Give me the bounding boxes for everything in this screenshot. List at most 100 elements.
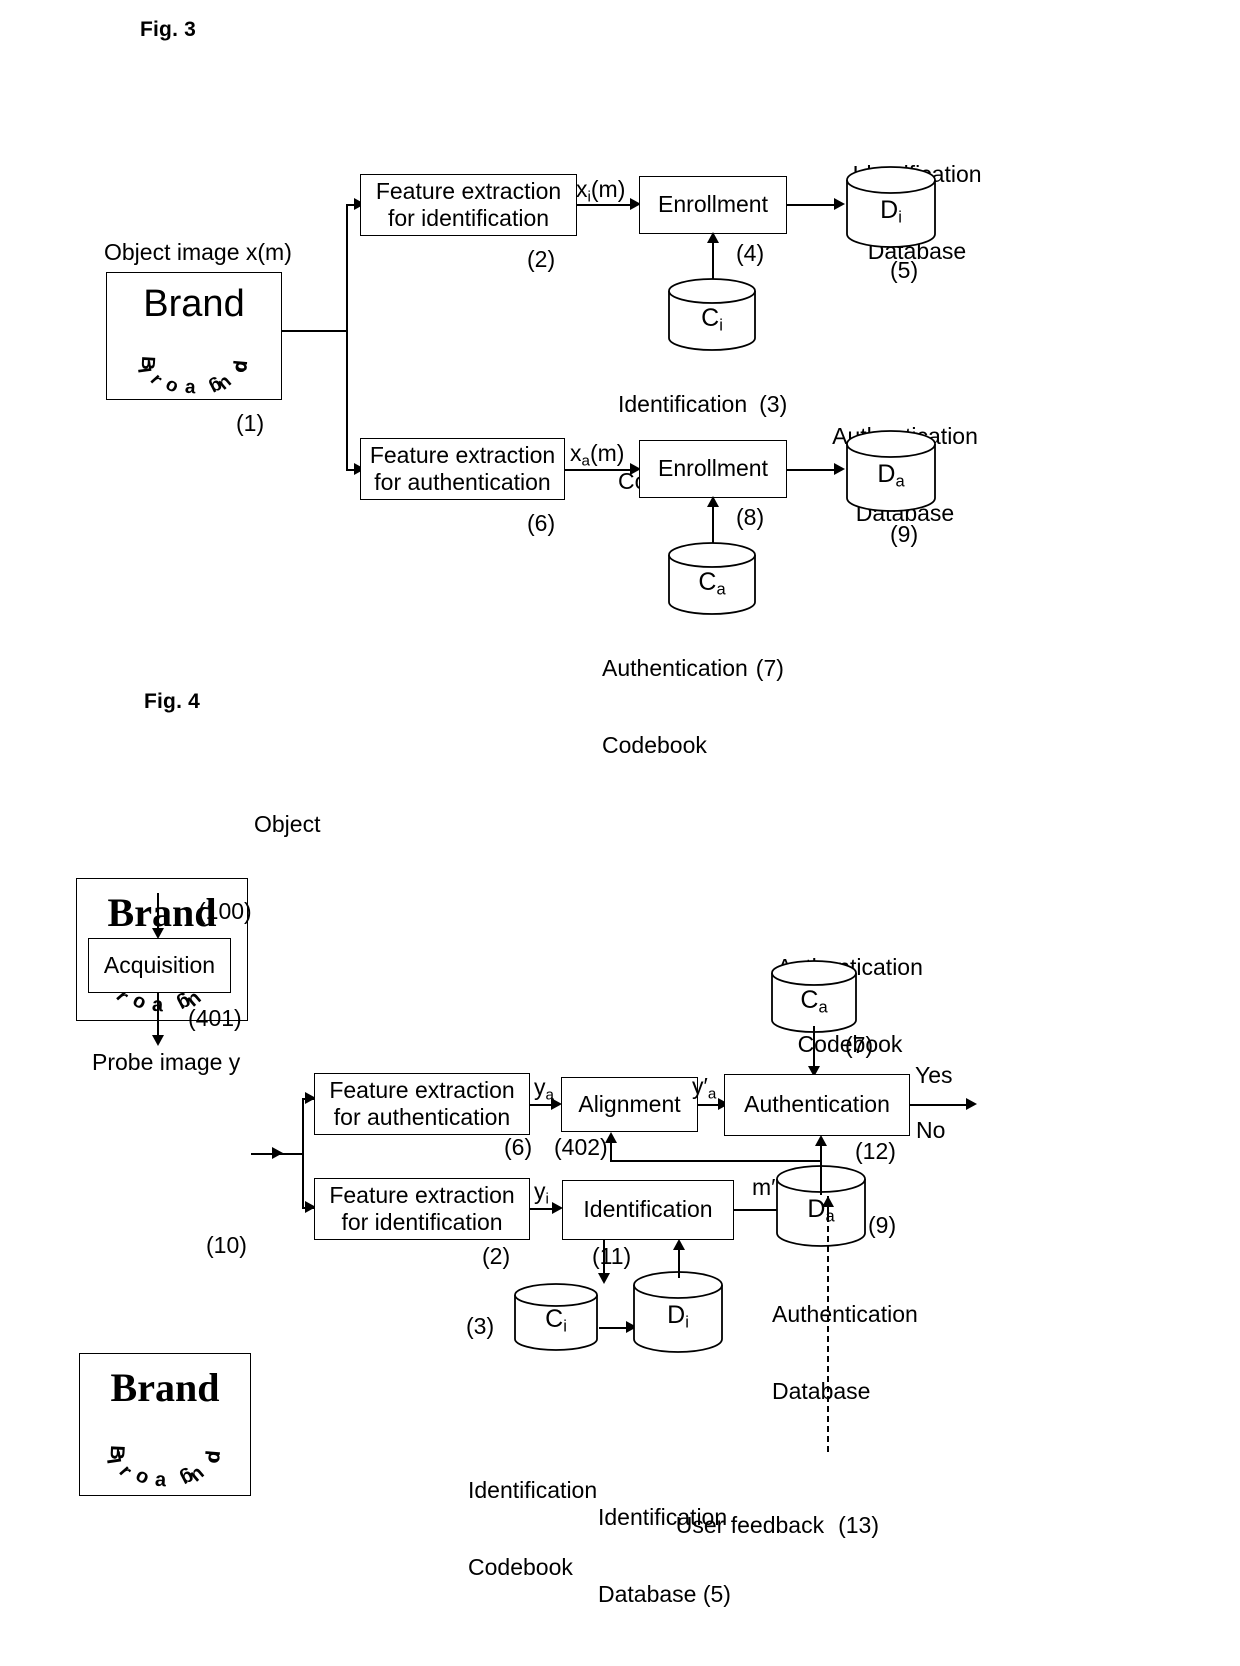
fig3-auth-database-ref: (9) xyxy=(890,521,919,547)
fig4-line-feedback-to-alignment xyxy=(610,1160,822,1162)
logo-character: o xyxy=(128,990,150,1016)
fig4-line-ca-to-auth xyxy=(813,1026,815,1071)
fig4-output-yes: Yes xyxy=(915,1062,953,1088)
fig4-line-da-to-auth xyxy=(820,1141,822,1195)
fig3-line-ca-to-enroll xyxy=(712,502,714,544)
fig3-id-codebook-symbol: Ci xyxy=(701,304,723,335)
figure-4-label: Fig. 4 xyxy=(144,690,201,713)
fig4-alignment-ref: (402) xyxy=(554,1134,608,1160)
fig4-probe-image-ref: (10) xyxy=(206,1232,247,1258)
fig3-enrollment-authentication-box[interactable]: Enrollment xyxy=(639,440,787,498)
fig3-object-brand-text: Brand xyxy=(143,283,245,325)
fig3-feature-extraction-authentication-box[interactable]: Feature extraction for authentication xyxy=(360,438,565,500)
fig3-arrow-ci-to-enroll xyxy=(707,232,719,243)
fig4-bus-vertical xyxy=(302,1098,304,1208)
fig4-id-database-caption: Identification Database (5) xyxy=(598,1453,731,1633)
fig4-arrow-feedback-to-alignment xyxy=(605,1132,617,1143)
fig4-identification-ref: (11) xyxy=(592,1243,632,1269)
logo-character: a xyxy=(183,376,196,399)
fig3-enrollment-identification-box[interactable]: Enrollment xyxy=(639,176,787,234)
fig4-auth-codebook-symbol: Ca xyxy=(800,986,828,1017)
fig3-signal-xa-base: x xyxy=(570,440,582,466)
fig4-feature-auth-line2: for authentication xyxy=(333,1104,511,1130)
fig3-signal-xa-sub: a xyxy=(581,452,590,470)
fig4-object-caption: Object xyxy=(254,811,321,837)
fig4-feature-auth-ref: (6) xyxy=(504,1134,533,1160)
fig4-user-feedback-dashed-line xyxy=(827,1216,829,1452)
fig4-auth-database-caption-line2: Database xyxy=(772,1377,871,1404)
fig3-auth-codebook-ref: (7) xyxy=(755,654,784,681)
fig3-auth-database-cylinder: Da xyxy=(845,430,937,512)
fig3-signal-xi-base: x xyxy=(576,176,588,202)
fig4-id-database-cylinder: Di xyxy=(632,1271,724,1353)
fig3-bus-vertical xyxy=(346,204,348,470)
logo-character: r xyxy=(145,370,167,390)
fig4-acquisition-box[interactable]: Acquisition xyxy=(88,938,231,993)
fig4-arrow-di-to-ident xyxy=(673,1239,685,1250)
fig4-id-database-caption-line2: Database (5) xyxy=(598,1580,731,1607)
fig3-feature-extraction-identification-box[interactable]: Feature extraction for identification xyxy=(360,174,577,236)
fig4-feature-extraction-authentication-box[interactable]: Feature extraction for authentication xyxy=(314,1073,530,1135)
figure-3-label: Fig. 3 xyxy=(140,18,197,41)
fig4-line-auth-output xyxy=(910,1104,972,1106)
fig3-id-database-ref: (5) xyxy=(890,257,919,283)
fig4-output-no: No xyxy=(916,1117,946,1143)
fig4-id-codebook-symbol: Ci xyxy=(545,1305,567,1336)
fig4-probe-image-caption: Probe image y xyxy=(92,1049,241,1075)
fig4-line-object-to-acquisition xyxy=(157,893,159,933)
fig3-feature-id-line2: for identification xyxy=(387,205,550,231)
fig3-signal-xi: xi(m) xyxy=(576,176,625,205)
fig4-feature-id-line1: Feature extraction xyxy=(329,1181,515,1208)
fig3-enrollment-auth-label: Enrollment xyxy=(658,455,768,482)
fig3-object-image-caption: Object image x(m) xyxy=(104,239,292,265)
fig4-object-ref: (100) xyxy=(198,898,252,924)
fig4-authentication-ref: (12) xyxy=(855,1138,896,1164)
fig4-identification-label: Identification xyxy=(583,1196,713,1223)
fig4-user-feedback-ref: (13) xyxy=(838,1511,879,1538)
fig3-enrollment-id-ref: (4) xyxy=(736,240,765,266)
fig3-object-image-ref: (1) xyxy=(236,410,265,436)
fig4-user-feedback-caption: User feedback (13) xyxy=(663,1487,879,1539)
fig4-probe-image: Brand BrandLogo xyxy=(79,1353,251,1496)
fig3-id-database-cylinder: Di xyxy=(845,166,937,248)
fig4-feature-extraction-identification-box[interactable]: Feature extraction for identification xyxy=(314,1178,530,1240)
fig4-user-feedback-label: User feedback xyxy=(675,1511,825,1538)
fig4-acquisition-label: Acquisition xyxy=(103,951,216,978)
fig3-feature-id-ref: (2) xyxy=(527,246,556,272)
fig4-feature-id-line2: for identification xyxy=(341,1209,503,1235)
fig3-auth-codebook-caption-line2: Codebook xyxy=(602,731,707,758)
fig3-id-codebook-caption-line1: Identification xyxy=(618,390,748,417)
fig3-auth-codebook-caption: Authentication (7) Codebook xyxy=(602,604,784,784)
fig4-arrow-auth-output xyxy=(966,1098,977,1110)
fig4-acquisition-ref: (401) xyxy=(188,1005,242,1031)
fig3-signal-xa-tail: (m) xyxy=(589,440,625,466)
fig4-arrow-acquisition-to-probe xyxy=(152,1035,164,1046)
logo-character: o xyxy=(202,1450,227,1466)
fig4-id-codebook-caption: Identification Codebook xyxy=(468,1426,597,1606)
logo-character: o xyxy=(131,1465,153,1491)
fig4-authentication-box[interactable]: Authentication xyxy=(724,1074,910,1136)
fig4-signal-m-prime: m′ xyxy=(752,1174,776,1200)
fig3-enrollment-id-label: Enrollment xyxy=(658,191,768,218)
fig4-line-feedback-riser xyxy=(610,1140,612,1161)
fig4-id-codebook-cylinder: Ci xyxy=(513,1283,599,1353)
fig3-feature-auth-line2: for authentication xyxy=(374,469,551,495)
fig4-alignment-box[interactable]: Alignment xyxy=(561,1077,698,1132)
fig3-object-image: Brand BrandLogo xyxy=(106,272,282,400)
fig4-feature-id-ref: (2) xyxy=(482,1243,511,1269)
fig4-id-codebook-caption-line1: Identification xyxy=(468,1476,598,1503)
fig3-signal-xi-tail: (m) xyxy=(590,176,626,202)
fig4-auth-database-caption: Authentication Database xyxy=(772,1250,918,1430)
fig4-user-feedback-arrow-stem xyxy=(827,1196,829,1218)
fig4-id-codebook-caption-line2: Codebook xyxy=(468,1553,573,1580)
fig4-feature-auth-line1: Feature extraction xyxy=(329,1076,515,1103)
fig3-signal-xa: xa(m) xyxy=(570,440,624,469)
fig4-id-database-symbol: Di xyxy=(667,1301,689,1332)
fig4-authentication-label: Authentication xyxy=(744,1091,890,1118)
fig4-identification-box[interactable]: Identification xyxy=(562,1180,734,1240)
fig4-auth-codebook-ref: (7) xyxy=(845,1032,874,1058)
fig3-auth-codebook-caption-line1: Authentication xyxy=(602,654,748,681)
fig3-line-xa xyxy=(565,469,632,471)
fig3-feature-id-line1: Feature extraction xyxy=(375,177,562,204)
fig3-id-database-symbol: Di xyxy=(880,196,902,227)
